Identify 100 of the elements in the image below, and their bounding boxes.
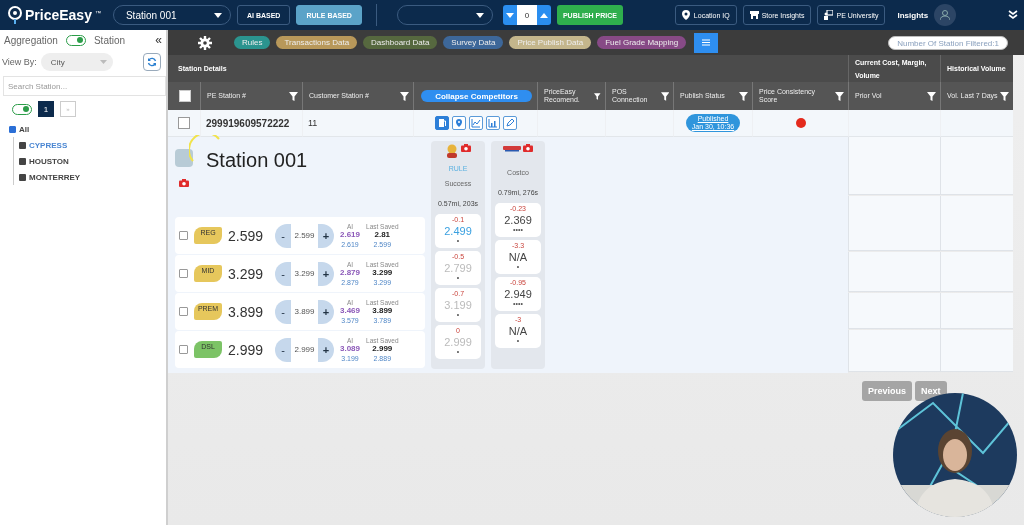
tree-checkbox[interactable]	[9, 125, 16, 133]
filter-icon[interactable]	[289, 91, 298, 101]
caret-icon	[213, 12, 222, 18]
menu-button[interactable]	[694, 32, 719, 53]
brand-name: PriceEasy	[25, 7, 92, 23]
tab-chip[interactable]: Survey Data	[443, 36, 504, 49]
refresh-button[interactable]	[143, 53, 161, 71]
table-cell: 11	[308, 118, 318, 128]
store-icon	[749, 10, 759, 20]
competitor-price: 2.799	[444, 261, 472, 275]
last-saved-price: 3.899	[372, 305, 393, 315]
action-button[interactable]	[502, 116, 517, 130]
action-button[interactable]	[434, 116, 449, 130]
filter-icon[interactable]	[1000, 91, 1009, 101]
user-icon	[940, 10, 951, 20]
decrement-button[interactable]	[502, 5, 517, 25]
expand-toggle[interactable]	[19, 157, 26, 165]
ai-price: 2.879	[340, 267, 361, 277]
action-button[interactable]	[485, 116, 500, 130]
logo-icon	[8, 6, 22, 24]
caret-icon	[99, 60, 107, 64]
pin-icon	[681, 10, 691, 20]
table-cell: 299919609572222	[206, 117, 290, 129]
increment-button[interactable]: +	[318, 299, 334, 324]
filter-icon[interactable]	[400, 91, 409, 101]
line-chart-icon	[470, 118, 481, 128]
last-saved-price: 2.81	[374, 229, 391, 239]
select-field[interactable]	[396, 5, 493, 25]
view-by-select[interactable]: City	[40, 53, 113, 71]
decrement-button[interactable]: -	[275, 299, 291, 324]
competitor-price: 2.499	[444, 224, 472, 238]
ai-price: 2.619	[340, 229, 361, 239]
avatar[interactable]	[934, 4, 957, 26]
competitor-price: N/A	[508, 250, 528, 264]
tab-chip[interactable]: Fuel Grade Mapping	[597, 36, 687, 49]
collapse-button[interactable]: «	[155, 33, 162, 47]
filter-icon[interactable]	[835, 91, 844, 101]
refresh-icon	[147, 57, 157, 67]
competitor-price: 2.369	[504, 213, 532, 227]
ai-price: 3.089	[340, 343, 361, 353]
price-value: 2.599	[228, 227, 265, 244]
filter-icon[interactable]	[660, 91, 669, 101]
page-button[interactable]: 1	[38, 101, 54, 117]
tab-chip[interactable]: Dashboard Data	[363, 36, 438, 49]
competitor-price: N/A	[508, 324, 528, 338]
caret-icon	[475, 12, 484, 18]
bar-chart-icon	[487, 118, 498, 128]
board-icon	[824, 10, 834, 20]
edit-icon	[504, 118, 515, 128]
increment-button[interactable]: +	[318, 223, 334, 248]
pump-icon	[436, 118, 447, 128]
caret-icon	[505, 12, 514, 18]
last-saved-price: 2.999	[372, 343, 393, 353]
tree-item[interactable]: CYPRESS	[29, 140, 68, 150]
toggle-switch[interactable]	[12, 103, 32, 115]
filter-icon[interactable]	[739, 91, 748, 101]
tree-item[interactable]: MONTERREY	[29, 172, 81, 182]
expand-toggle[interactable]	[19, 173, 26, 181]
decrement-button[interactable]: -	[275, 261, 291, 286]
competitor-price: 3.199	[444, 298, 472, 312]
grade-checkbox[interactable]	[179, 231, 188, 240]
toggle-switch[interactable]	[65, 34, 86, 46]
stepper-value: 0	[516, 5, 537, 25]
station-count: Number Of Station Filtered:1	[888, 35, 1008, 50]
search-field[interactable]: Search Station...	[3, 76, 166, 96]
mascot-logo-icon	[445, 144, 459, 159]
expand-toggle[interactable]	[19, 141, 26, 149]
aggregation-label: Aggregation	[4, 34, 58, 46]
header-checkbox[interactable]	[179, 90, 191, 102]
decrement-button[interactable]: -	[275, 223, 291, 248]
action-button[interactable]	[468, 116, 483, 130]
station-select[interactable]: Station 001	[112, 5, 231, 25]
camera-icon[interactable]	[461, 144, 471, 152]
grade-checkbox[interactable]	[179, 269, 188, 278]
ai-price: 3.469	[340, 305, 361, 315]
increment-button[interactable]: +	[318, 261, 334, 286]
grade-checkbox[interactable]	[179, 345, 188, 354]
chevron-icon[interactable]	[1008, 10, 1018, 20]
tree-item[interactable]: HOUSTON	[29, 156, 69, 166]
camera-icon[interactable]	[523, 144, 533, 152]
station-title: Station 001	[206, 149, 308, 172]
grade-checkbox[interactable]	[179, 307, 188, 316]
filter-icon[interactable]	[594, 91, 601, 101]
competitor-price: 2.999	[444, 335, 472, 349]
settings-icon[interactable]	[198, 35, 212, 50]
price-value: 2.999	[228, 341, 265, 358]
increment-button[interactable]: +	[318, 337, 334, 362]
decrement-button[interactable]: -	[275, 337, 291, 362]
caret-icon	[539, 12, 548, 18]
last-saved-price: 3.299	[372, 267, 393, 277]
price-value: 3.899	[228, 303, 265, 320]
camera-icon[interactable]	[179, 179, 189, 187]
competitor-price: 2.949	[504, 287, 532, 301]
view-by-label: View By:	[2, 57, 37, 67]
action-button[interactable]	[451, 116, 466, 130]
tree-item[interactable]: All	[19, 124, 30, 134]
pin-icon	[453, 118, 464, 128]
row-checkbox[interactable]	[178, 117, 190, 129]
station-label: Station	[93, 34, 126, 46]
filter-icon[interactable]	[927, 91, 936, 101]
